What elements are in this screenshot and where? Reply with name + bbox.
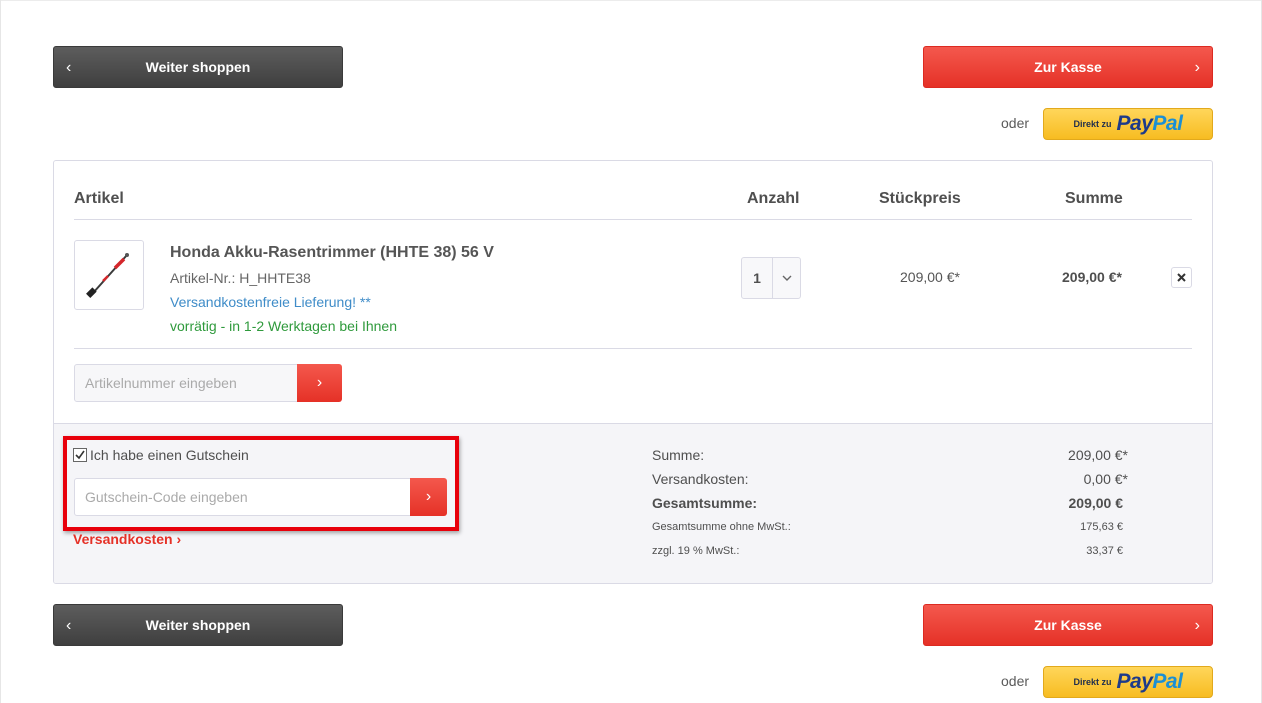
article-number-input[interactable]: Artikelnummer eingeben: [74, 364, 298, 402]
paypal-express-button-bottom[interactable]: Direkt zu PayPal: [1043, 666, 1213, 698]
summary-vat-label: zzgl. 19 % MwSt.:: [652, 545, 740, 557]
header-unit-price: Stückpreis: [879, 190, 961, 207]
checkout-label: Zur Kasse: [1034, 59, 1102, 75]
summary-shipping-value: 0,00 €*: [1083, 471, 1128, 487]
chevron-right-icon: ›: [1194, 59, 1200, 76]
or-label-bottom: oder: [1001, 673, 1030, 689]
product-thumbnail[interactable]: [74, 240, 144, 310]
paypal-logo: PayPal: [1116, 670, 1183, 693]
voucher-checkbox-label[interactable]: Ich habe einen Gutschein: [90, 447, 249, 463]
unit-price: 209,00 €*: [900, 269, 960, 285]
voucher-checkbox[interactable]: [73, 448, 87, 462]
continue-shopping-button-bottom[interactable]: ‹ Weiter shoppen: [53, 604, 343, 646]
top-border: [1, 0, 1261, 1]
close-icon: [1177, 273, 1186, 282]
summary-subtotal-value: 209,00 €*: [1068, 447, 1128, 463]
item-total: 209,00 €*: [1062, 269, 1122, 285]
chevron-down-icon: [773, 275, 800, 281]
summary-subtotal-label: Summe:: [652, 447, 705, 463]
header-article: Artikel: [74, 190, 124, 207]
continue-shopping-label: Weiter shoppen: [145, 617, 251, 633]
checkout-button-bottom[interactable]: Zur Kasse ›: [923, 604, 1213, 646]
stock-status: vorrätig - in 1-2 Werktagen bei Ihnen: [170, 318, 397, 334]
cart-panel: Artikel Anzahl Stückpreis Summe Honda Ak…: [53, 160, 1213, 584]
summary-shipping-label: Versandkosten:: [652, 471, 749, 487]
checkout-label: Zur Kasse: [1034, 617, 1102, 633]
chevron-left-icon: ‹: [66, 617, 72, 634]
summary-net-value: 175,63 €: [1080, 521, 1123, 533]
voucher-submit-button[interactable]: ›: [410, 478, 447, 516]
or-label-top: oder: [1001, 115, 1030, 131]
continue-shopping-label: Weiter shoppen: [145, 59, 251, 75]
header-sum: Summe: [1065, 190, 1123, 207]
chevron-right-icon: ›: [425, 488, 432, 505]
checkout-button-top[interactable]: Zur Kasse ›: [923, 46, 1213, 88]
paypal-prefix: Direkt zu: [1073, 119, 1112, 129]
summary-net-label: Gesamtsumme ohne MwSt.:: [652, 521, 791, 533]
product-name[interactable]: Honda Akku-Rasentrimmer (HHTE 38) 56 V: [170, 244, 494, 262]
product-article-number: Artikel-Nr.: H_HHTE38: [170, 270, 311, 286]
quantity-select[interactable]: 1: [741, 257, 801, 299]
item-divider: [74, 348, 1192, 349]
remove-item-button[interactable]: [1171, 267, 1192, 288]
summary-total-label: Gesamtsumme:: [652, 495, 758, 511]
summary-vat-value: 33,37 €: [1086, 545, 1123, 557]
header-divider: [74, 219, 1192, 220]
trimmer-image-icon: [86, 253, 129, 298]
free-shipping-note: Versandkostenfreie Lieferung! **: [170, 294, 371, 310]
header-quantity: Anzahl: [747, 190, 800, 207]
voucher-code-placeholder: Gutschein-Code eingeben: [85, 489, 248, 505]
paypal-prefix: Direkt zu: [1073, 677, 1112, 687]
chevron-left-icon: ‹: [66, 59, 72, 76]
article-number-placeholder: Artikelnummer eingeben: [85, 375, 237, 391]
paypal-logo: PayPal: [1116, 112, 1183, 135]
chevron-right-icon: ›: [316, 374, 323, 391]
voucher-code-input[interactable]: Gutschein-Code eingeben: [74, 478, 411, 516]
checkmark-icon: [75, 450, 85, 460]
paypal-express-button-top[interactable]: Direkt zu PayPal: [1043, 108, 1213, 140]
article-number-submit-button[interactable]: ›: [297, 364, 342, 402]
continue-shopping-button-top[interactable]: ‹ Weiter shoppen: [53, 46, 343, 88]
chevron-right-icon: ›: [1194, 617, 1200, 634]
shipping-costs-link[interactable]: Versandkosten ›: [73, 531, 181, 547]
summary-total-value: 209,00 €: [1068, 495, 1124, 511]
cart-summary-area: Ich habe einen Gutschein Gutschein-Code …: [54, 423, 1212, 583]
quantity-value: 1: [753, 270, 761, 286]
